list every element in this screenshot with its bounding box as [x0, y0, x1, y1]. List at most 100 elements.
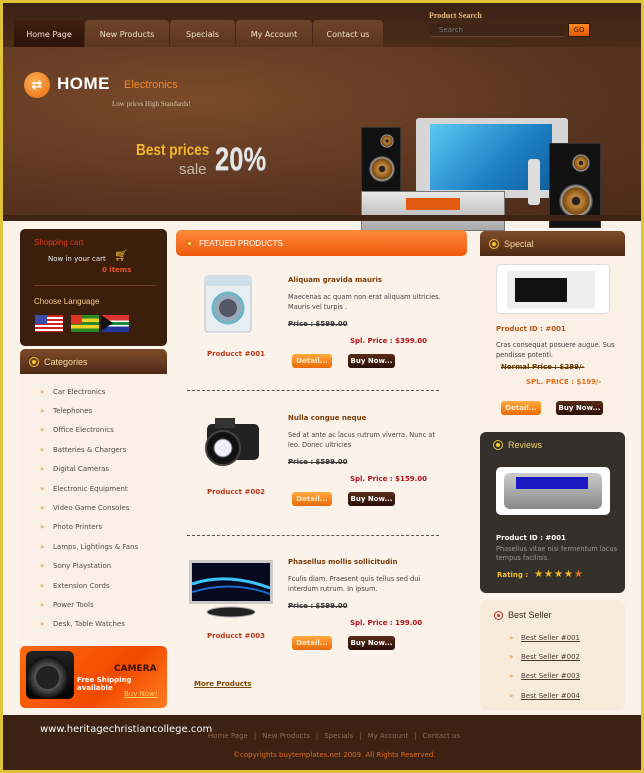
product-name[interactable]: Nulla congue neque	[288, 414, 366, 422]
double-chevron-icon: »	[40, 620, 45, 629]
best-seller-link[interactable]: Best Seller #003	[521, 672, 580, 680]
speaker-icon	[361, 127, 401, 195]
speaker-icon	[549, 143, 601, 228]
category-item[interactable]: » Photo Printers	[40, 518, 138, 537]
double-chevron-icon: »	[40, 445, 45, 454]
camera-icon[interactable]	[187, 410, 265, 476]
double-chevron-icon: »	[509, 653, 514, 662]
cart-title: Shopping cart	[34, 238, 84, 247]
category-item[interactable]: » Batteries & Chargers	[40, 440, 138, 459]
bullet-icon	[495, 611, 502, 619]
category-item[interactable]: » Office Electronics	[40, 421, 138, 440]
footer-link-my-account[interactable]: My Account	[368, 732, 409, 740]
tv-icon	[416, 118, 568, 198]
bullet-icon	[490, 239, 498, 248]
category-item[interactable]: » Digital Cameras	[40, 460, 138, 479]
special-description: Cras consequat posuere augue. Sus pendis…	[496, 341, 615, 359]
best-seller-item: » Best Seller #001	[509, 628, 580, 647]
double-chevron-icon: »	[509, 691, 514, 700]
product-price: Price : $599.00	[288, 458, 348, 466]
arrows-logo-icon[interactable]: ⇄	[24, 72, 50, 98]
footer-link-new-products[interactable]: New Products	[262, 732, 310, 740]
us-flag-icon[interactable]	[35, 315, 63, 332]
footer: www.heritagechristiancollege.com Home Pa…	[3, 715, 641, 770]
top-bar: Home Page New Products Specials My Accou…	[3, 3, 641, 48]
double-chevron-icon: »	[509, 633, 514, 642]
nav-my-account[interactable]: My Account	[236, 20, 312, 48]
promo-sale: sale	[179, 161, 207, 178]
footer-link-home[interactable]: Home Page	[208, 732, 248, 740]
best-seller-item: » Best Seller #002	[509, 647, 580, 666]
camera-icon	[26, 651, 74, 699]
cart-count[interactable]: 0 items	[102, 266, 131, 274]
best-seller-header: Best Seller	[495, 610, 552, 620]
buy-now-button[interactable]: Buy Now...	[348, 354, 395, 368]
category-item[interactable]: » Extension Cords	[40, 576, 138, 595]
best-seller-item: » Best Seller #003	[509, 667, 580, 686]
cart-icon[interactable]: 🛒︎	[114, 249, 128, 262]
tagline: Low prices High Standards!	[112, 100, 191, 108]
more-products-link[interactable]: More Products	[194, 680, 251, 688]
bullet-icon	[494, 441, 502, 449]
category-item[interactable]: » Video Game Consoles	[40, 498, 138, 517]
category-item[interactable]: » Telephones	[40, 401, 138, 420]
detail-button[interactable]: Detail...	[292, 492, 332, 506]
south-africa-flag-icon[interactable]	[101, 315, 129, 332]
double-chevron-icon: »	[40, 465, 45, 474]
category-item[interactable]: » Car Electronics	[40, 382, 138, 401]
best-seller-item: » Best Seller #004	[509, 686, 580, 705]
best-seller-link[interactable]: Best Seller #004	[521, 692, 580, 700]
footer-link-specials[interactable]: Specials	[324, 732, 353, 740]
buy-now-button[interactable]: Buy Now...	[556, 401, 603, 415]
togo-flag-icon[interactable]	[71, 315, 99, 332]
product-name[interactable]: Aliquam gravida mauris	[288, 276, 382, 284]
nav-specials[interactable]: Specials	[170, 20, 235, 48]
best-seller-list: » Best Seller #001 » Best Seller #002 » Bes…	[509, 628, 580, 706]
nav-home[interactable]: Home Page	[14, 20, 84, 48]
camera-promo[interactable]: CAMERA Free Shipping available Buy Now!	[20, 646, 167, 708]
buy-now-button[interactable]: Buy Now...	[348, 636, 395, 650]
site-url-watermark: www.heritagechristiancollege.com	[40, 724, 213, 735]
reviews-panel: Reviews Product ID : #001 Phasellus vita…	[480, 432, 625, 593]
double-chevron-icon: »	[40, 407, 45, 416]
monitor-icon[interactable]	[187, 554, 273, 620]
bullet-icon	[30, 357, 38, 366]
categories-list: » Car Electronics » Telephones » Office Ele…	[40, 382, 138, 634]
double-chevron-icon: »	[40, 387, 45, 396]
categories-panel: » Car Electronics » Telephones » Office Ele…	[20, 374, 167, 640]
double-chevron-icon: »	[40, 581, 45, 590]
review-description: Phasellus vitae nisi fermentum lacus tem…	[496, 545, 617, 562]
special-panel: Product ID : #001 Cras consequat posuere…	[480, 256, 625, 423]
category-item[interactable]: » Desk, Table Watches	[40, 615, 138, 634]
nav-new-products[interactable]: New Products	[85, 20, 169, 48]
category-item[interactable]: » Electronic Equipment	[40, 479, 138, 498]
category-item[interactable]: » Lamps, Lightings & Fans	[40, 537, 138, 556]
detail-button[interactable]: Detail...	[292, 636, 332, 650]
search-input[interactable]	[431, 24, 564, 37]
camera-buy-link[interactable]: Buy Now!	[124, 690, 158, 698]
categories-title: Categories	[44, 356, 88, 367]
nav-contact[interactable]: Contact us	[313, 20, 383, 48]
product-description: Fculis diam. Praesent quis tellus sed du…	[288, 575, 421, 593]
category-item[interactable]: » Sony Playstation	[40, 557, 138, 576]
special-normal-price: Normal Price : $299/-	[501, 363, 585, 371]
buy-now-button[interactable]: Buy Now...	[348, 492, 395, 506]
footer-link-contact[interactable]: Contact us	[423, 732, 461, 740]
washing-machine-icon[interactable]	[187, 272, 265, 338]
detail-button[interactable]: Detail...	[292, 354, 332, 368]
detail-button[interactable]: Detail...	[501, 401, 541, 415]
star-rating-icon: ★★★★★	[534, 569, 584, 580]
best-seller-link[interactable]: Best Seller #001	[521, 634, 580, 642]
review-rating: Rating : ★★★★★	[497, 569, 584, 580]
product-name[interactable]: Phasellus mollis sollicitudin	[288, 558, 398, 566]
best-seller-link[interactable]: Best Seller #002	[521, 653, 580, 661]
product-price: Price : $599.00	[288, 602, 348, 610]
divider	[187, 390, 439, 391]
shopping-cart-panel: Shopping cart Now in your cart 🛒︎ 0 item…	[20, 229, 167, 346]
search-go-button[interactable]: GO	[568, 23, 590, 37]
microwave-icon[interactable]	[496, 264, 610, 314]
search-title: Product Search	[429, 11, 482, 20]
logo-text[interactable]: HOME	[57, 74, 110, 94]
category-item[interactable]: » Power Tools	[40, 595, 138, 614]
device-icon[interactable]	[496, 467, 610, 515]
